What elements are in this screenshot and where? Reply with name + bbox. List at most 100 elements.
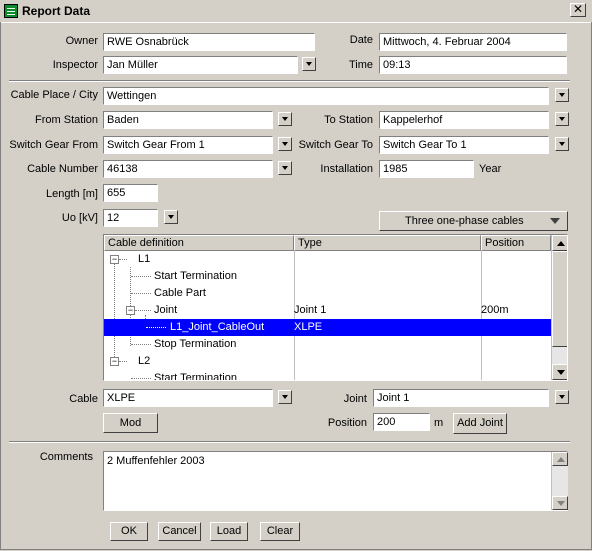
comments-text: 2 Muffenfehler 2003 [107, 455, 205, 467]
joint-dropdown-icon[interactable] [555, 390, 569, 404]
tree-line [131, 344, 151, 345]
cable-number-field[interactable]: 46138 [103, 160, 273, 178]
switch-gear-to-dropdown-icon[interactable] [555, 137, 569, 151]
position-unit: m [434, 417, 444, 429]
scroll-up-icon[interactable] [552, 235, 567, 251]
comments-textarea[interactable]: 2 Muffenfehler 2003 [103, 451, 568, 511]
chevron-down-icon [550, 218, 560, 224]
cable-place-label: Cable Place / City [10, 89, 98, 101]
inspector-label: Inspector [52, 59, 98, 71]
year-label: Year [479, 163, 502, 175]
tree-cell-type: XLPE [294, 321, 323, 333]
comments-scrollbar[interactable] [551, 452, 568, 510]
tree-row-l1[interactable]: − L1 [104, 251, 551, 268]
clear-button[interactable]: Clear [260, 522, 300, 541]
switch-gear-to-field[interactable]: Switch Gear To 1 [379, 136, 549, 154]
tree-row-start-termination-2[interactable]: Start Termination [104, 370, 551, 381]
length-field[interactable]: 655 [103, 184, 158, 202]
tree-cell-type: Joint 1 [294, 304, 327, 316]
tree-cell-definition: Start Termination [154, 270, 237, 282]
load-button[interactable]: Load [210, 522, 248, 541]
tree-cell-position: 200m [481, 304, 509, 316]
from-station-field[interactable]: Baden [103, 111, 273, 129]
tree-line [119, 259, 127, 260]
collapse-icon[interactable]: − [110, 357, 119, 366]
ok-button[interactable]: OK [110, 522, 148, 541]
window-title: Report Data [22, 4, 91, 18]
position-field[interactable]: 200 [373, 413, 430, 431]
scroll-up-icon[interactable] [552, 452, 568, 466]
collapse-icon[interactable]: − [110, 255, 119, 264]
column-header-cable-definition[interactable]: Cable definition [104, 235, 294, 251]
tree-line [131, 378, 151, 379]
tree-line [146, 327, 166, 328]
inspector-dropdown-icon[interactable] [302, 57, 316, 71]
divider-top [9, 80, 570, 82]
date-field[interactable]: Mittwoch, 4. Februar 2004 [379, 33, 567, 51]
joint-field[interactable]: Joint 1 [373, 389, 549, 407]
uo-field[interactable]: 12 [103, 209, 158, 227]
switch-gear-from-dropdown-icon[interactable] [278, 137, 292, 151]
tree-cell-definition: L1_Joint_CableOut [170, 321, 265, 333]
cable-dropdown-icon[interactable] [278, 390, 292, 404]
to-station-field[interactable]: Kappelerhof [379, 111, 549, 129]
tree-row-start-termination[interactable]: Start Termination [104, 268, 551, 285]
add-joint-button[interactable]: Add Joint [453, 413, 507, 434]
time-label: Time [348, 59, 373, 71]
cable-tree-table[interactable]: Cable definition Type Position − L1 Star… [103, 234, 568, 381]
installation-label: Installation [320, 163, 373, 175]
tree-row-joint[interactable]: − Joint Joint 1 200m [104, 302, 551, 319]
tree-cell-definition: L2 [138, 355, 151, 367]
tree-scrollbar[interactable] [551, 235, 567, 380]
cable-place-field[interactable]: Wettingen [103, 87, 549, 105]
owner-field[interactable]: RWE Osnabrück [103, 33, 315, 51]
tree-cell-definition: Stop Termination [154, 338, 237, 350]
installation-field[interactable]: 1985 [379, 160, 474, 178]
tree-cell-definition: Start Termination [154, 372, 237, 381]
switch-gear-from-label: Switch Gear From [9, 139, 98, 151]
inspector-field[interactable]: Jan Müller [103, 56, 298, 74]
mod-button[interactable]: Mod [103, 413, 158, 433]
cable-label: Cable [69, 393, 98, 405]
close-icon[interactable]: ✕ [570, 3, 586, 17]
scroll-thumb[interactable] [552, 251, 567, 347]
divider-bottom [9, 441, 570, 443]
cable-field[interactable]: XLPE [103, 389, 273, 407]
cable-place-dropdown-icon[interactable] [555, 88, 569, 102]
uo-dropdown-icon[interactable] [164, 210, 178, 224]
position-label: Position [327, 417, 367, 429]
title-bar: Report Data ✕ [0, 0, 592, 23]
tree-row-selected[interactable]: L1_Joint_CableOut XLPE [104, 319, 551, 336]
switch-gear-from-field[interactable]: Switch Gear From 1 [103, 136, 273, 154]
comments-label: Comments [39, 451, 93, 463]
cable-number-dropdown-icon[interactable] [278, 161, 292, 175]
tree-row-cable-part[interactable]: Cable Part [104, 285, 551, 302]
scroll-down-icon[interactable] [552, 364, 567, 380]
to-station-label: To Station [324, 114, 373, 126]
column-header-type[interactable]: Type [294, 235, 481, 251]
scroll-down-icon[interactable] [552, 496, 568, 510]
uo-label: Uo [kV] [61, 212, 98, 224]
app-icon [4, 4, 18, 18]
joint-label: Joint [343, 393, 367, 405]
to-station-dropdown-icon[interactable] [555, 112, 569, 126]
tree-row-l2[interactable]: − L2 [104, 353, 551, 370]
time-field[interactable]: 09:13 [379, 56, 567, 74]
tree-line [135, 310, 151, 311]
from-station-label: From Station [35, 114, 98, 126]
cancel-button[interactable]: Cancel [158, 522, 201, 541]
cable-number-label: Cable Number [27, 163, 98, 175]
length-label: Length [m] [46, 188, 98, 200]
tree-cell-definition: Joint [154, 304, 178, 316]
phase-mode-dropdown[interactable]: Three one-phase cables [379, 211, 568, 231]
tree-line [119, 361, 127, 362]
switch-gear-to-label: Switch Gear To [298, 139, 373, 151]
from-station-dropdown-icon[interactable] [278, 112, 292, 126]
collapse-icon[interactable]: − [126, 306, 135, 315]
date-label: Date [349, 34, 373, 46]
column-header-position[interactable]: Position [481, 235, 551, 251]
tree-cell-definition: Cable Part [154, 287, 206, 299]
tree-row-stop-termination[interactable]: Stop Termination [104, 336, 551, 353]
phase-mode-label: Three one-phase cables [405, 215, 524, 227]
tree-line [131, 276, 151, 277]
